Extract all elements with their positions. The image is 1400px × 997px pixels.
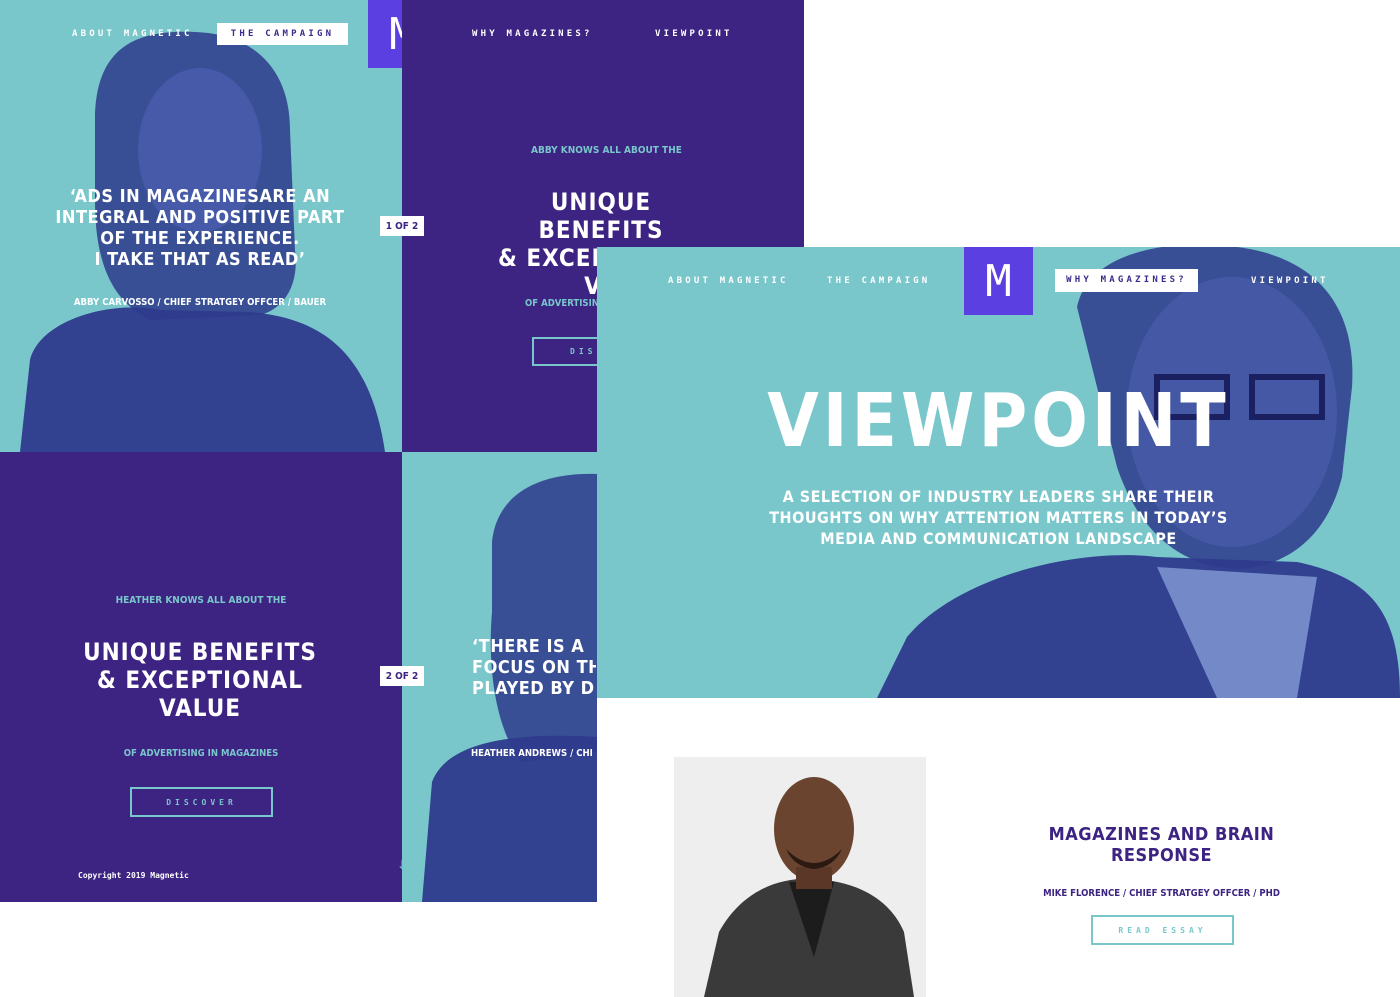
quote-line: ‘ADS IN MAGAZINESARE AN	[69, 186, 331, 207]
nav-why-right-active[interactable]: WHY MAGAZINES?	[1055, 269, 1198, 292]
nav-viewpoint-left[interactable]: VIEWPOINT	[655, 29, 733, 39]
nav-about-right[interactable]: ABOUT MAGNETIC	[668, 276, 789, 286]
subtitle-line: THOUGHTS ON WHY ATTENTION MATTERS IN TOD…	[769, 508, 1228, 527]
nav-viewpoint-right[interactable]: VIEWPOINT	[1251, 276, 1329, 286]
essay-title: MAGAZINES AND BRAIN RESPONSE	[1020, 824, 1303, 866]
panel-heather-intro: HEATHER KNOWS ALL ABOUT THE	[115, 595, 287, 606]
essay-title-line: MAGAZINES AND BRAIN	[1048, 824, 1275, 845]
portrait-mike	[704, 777, 914, 997]
panel-abby-intro: ABBY KNOWS ALL ABOUT THE	[531, 145, 682, 156]
essay-photo-mike	[674, 757, 926, 997]
nav-about-left[interactable]: ABOUT MAGNETIC	[72, 29, 193, 39]
quote-line: INTEGRAL AND POSITIVE PART	[55, 207, 345, 228]
headline-line: VALUE	[159, 694, 241, 722]
headline-line: UNIQUE BENEFITS	[83, 638, 317, 666]
quote-author-abby: ABBY CARVOSSO / CHIEF STRATGEY OFFCER / …	[73, 297, 327, 308]
quote-author-heather: HEATHER ANDREWS / CHI	[471, 748, 593, 759]
slide-counter-1: 1 OF 2	[380, 216, 424, 236]
headline-line: UNIQUE BENEFITS	[538, 188, 664, 244]
read-essay-button[interactable]: READ ESSAY	[1091, 915, 1234, 945]
essay-author: MIKE FLORENCE / CHIEF STRATGEY OFFCER / …	[1043, 888, 1280, 899]
hero-title: VIEWPOINT	[767, 378, 1230, 464]
slide-counter-2: 2 OF 2	[380, 666, 424, 686]
nav-campaign-right[interactable]: THE CAMPAIGN	[827, 276, 930, 286]
copyright-text: Copyright 2019 Magnetic	[78, 871, 189, 880]
quote-line: PLAYED BY DIF	[472, 678, 596, 699]
headline-line: & EXCEPTIONAL	[97, 666, 303, 694]
nav-why-left[interactable]: WHY MAGAZINES?	[472, 29, 593, 39]
quote-line: OF THE EXPERIENCE.	[100, 228, 300, 249]
logo-right[interactable]: M	[964, 247, 1033, 315]
quote-text-heather: ‘THERE IS A FOCUS ON THE PLAYED BY DIF	[472, 636, 596, 699]
panel-heather-sub: OF ADVERTISING IN MAGAZINES	[123, 748, 279, 759]
subtitle-line: A SELECTION OF INDUSTRY LEADERS SHARE TH…	[782, 487, 1215, 506]
scroll-down-icon[interactable]: ↓	[397, 858, 407, 872]
logo-letter: M	[985, 255, 1012, 307]
quote-line: I TAKE THAT AS READ’	[94, 249, 306, 270]
panel-abby-sub: OF ADVERTISIN	[525, 298, 599, 309]
quote-text-abby: ‘ADS IN MAGAZINESARE AN INTEGRAL AND POS…	[40, 186, 360, 270]
quote-line: FOCUS ON THE	[472, 657, 596, 678]
panel-heather-headline: UNIQUE BENEFITS & EXCEPTIONAL VALUE	[60, 638, 340, 722]
hero-subtitle: A SELECTION OF INDUSTRY LEADERS SHARE TH…	[697, 486, 1300, 549]
quote-line: ‘THERE IS A	[472, 636, 585, 657]
subtitle-line: MEDIA AND COMMUNICATION LANDSCAPE	[820, 529, 1177, 548]
discover-button-heather[interactable]: DISCOVER	[130, 787, 273, 817]
essay-title-line: RESPONSE	[1110, 845, 1213, 866]
nav-campaign-left-active[interactable]: THE CAMPAIGN	[217, 23, 348, 45]
